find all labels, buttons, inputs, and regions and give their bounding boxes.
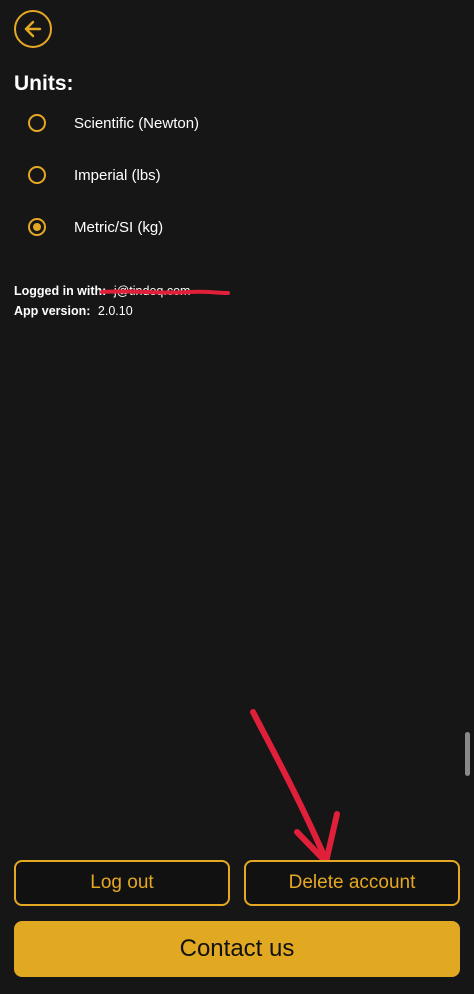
- unit-option-label: Scientific (Newton): [74, 114, 200, 132]
- unit-option-scientific[interactable]: Scientific (Newton): [28, 111, 199, 135]
- contact-us-button[interactable]: Contact us: [14, 921, 460, 977]
- scrollbar[interactable]: [465, 732, 470, 776]
- arrow-left-icon: [24, 20, 42, 38]
- radio-unselected-icon[interactable]: [28, 114, 46, 132]
- radio-selected-icon[interactable]: [28, 218, 46, 236]
- unit-option-metric[interactable]: Metric/SI (kg): [28, 215, 163, 239]
- unit-option-label: Metric/SI (kg): [74, 218, 164, 236]
- app-version-value: 2.0.10: [97, 304, 133, 318]
- annotation-arrow-icon: [250, 709, 340, 865]
- logout-button[interactable]: Log out: [14, 860, 230, 906]
- units-title: Units:: [14, 72, 74, 95]
- logged-in-label: Logged in with:: [14, 284, 107, 298]
- app-version-label: App version:: [14, 304, 91, 318]
- back-button[interactable]: [14, 10, 52, 48]
- unit-option-label: Imperial (lbs): [74, 166, 161, 184]
- app-version-row: App version: 2.0.10: [14, 304, 133, 318]
- unit-option-imperial[interactable]: Imperial (lbs): [28, 163, 161, 187]
- radio-dot: [33, 223, 41, 231]
- radio-unselected-icon[interactable]: [28, 166, 46, 184]
- delete-account-button[interactable]: Delete account: [244, 860, 460, 906]
- redaction-scribble: [100, 289, 230, 295]
